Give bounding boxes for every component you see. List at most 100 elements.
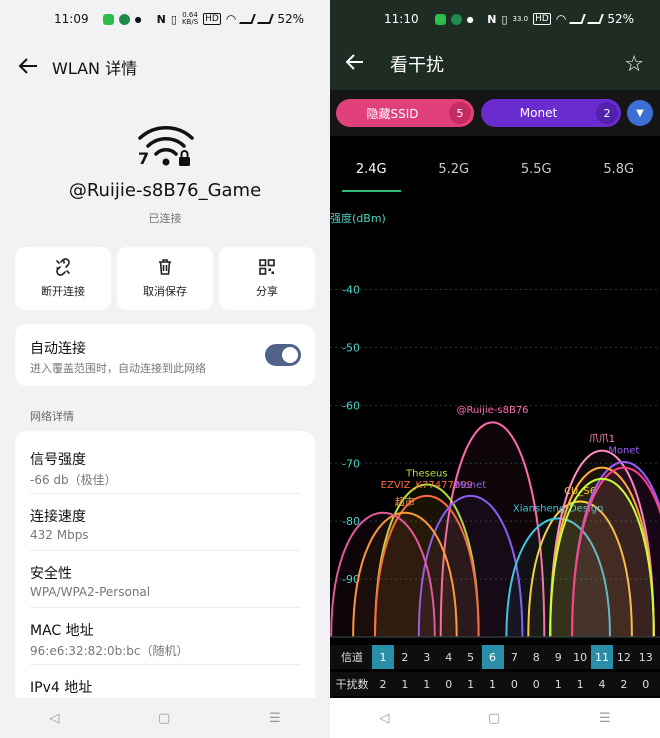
- nav-bar: ◁ ▢ ☰: [0, 698, 330, 738]
- qr-code-icon: [259, 259, 275, 275]
- network-ssid: @Ruijie-s8B76_Game: [68, 180, 262, 201]
- hd-icon: HD: [203, 13, 221, 25]
- star-icon[interactable]: ☆: [624, 52, 644, 77]
- auto-connect-title: 自动连接: [30, 341, 86, 357]
- chevron-down-icon[interactable]: ▼: [627, 100, 653, 126]
- interference-cell: 1: [401, 677, 409, 691]
- chip-count: 2: [596, 102, 618, 124]
- net-speed: 0.64 KB/S: [181, 11, 199, 26]
- signal-icon-2: [587, 14, 605, 24]
- battery-level: 52%: [277, 12, 304, 26]
- net-speed: 33.0: [512, 15, 529, 23]
- signal-icon: [569, 14, 587, 24]
- channel-cell: 3: [423, 650, 431, 664]
- disconnect-label: 断开连接: [41, 285, 85, 298]
- series-label: Monet: [608, 445, 639, 456]
- auto-connect-toggle[interactable]: [265, 344, 301, 366]
- channel-cell: 7: [510, 650, 518, 664]
- connection-status: 已连接: [148, 212, 182, 225]
- tab-2-4g[interactable]: 2.4G: [330, 152, 413, 192]
- share-button[interactable]: 分享: [219, 247, 315, 310]
- chip-label: Monet: [519, 106, 558, 120]
- channel-cell: 2: [401, 650, 409, 664]
- wifi-status-icon: ◠: [555, 12, 567, 26]
- page-title: 看干扰: [390, 55, 444, 76]
- tab-5-5g[interactable]: 5.5G: [495, 152, 578, 192]
- detail-value: 432 Mbps: [30, 528, 89, 542]
- interference-row-label: 干扰数: [335, 678, 369, 691]
- channel-row-label: 信道: [341, 651, 363, 664]
- unlink-icon: [56, 258, 70, 276]
- vibrate-icon: ▯: [501, 12, 508, 26]
- notification-icons: ●: [434, 13, 474, 25]
- chip-label: 隐藏SSID: [366, 106, 419, 121]
- nav-back-icon[interactable]: ◁: [379, 711, 389, 726]
- trash-icon: [159, 259, 171, 275]
- series-label: 超市: [395, 496, 415, 509]
- tab-5-2g[interactable]: 5.2G: [413, 152, 496, 192]
- channel-cell: 10: [573, 650, 588, 664]
- channel-cell: 9: [554, 650, 562, 664]
- interference-cell: 1: [576, 677, 584, 691]
- y-tick-label: -70: [342, 457, 360, 470]
- disconnect-button[interactable]: 断开连接: [15, 247, 111, 310]
- hd-icon: HD: [533, 13, 551, 25]
- page-title: WLAN 详情: [52, 59, 138, 78]
- status-time: 11:09: [54, 12, 89, 26]
- nav-home-icon[interactable]: ▢: [158, 711, 170, 726]
- nav-home-icon[interactable]: ▢: [488, 711, 500, 726]
- wlan-details-pane: 11:09 ● N ▯ 0.64 KB/S HD ◠ 52% WLAN 详情 7…: [0, 0, 330, 738]
- back-arrow-icon[interactable]: [345, 54, 364, 74]
- y-tick-label: -40: [342, 284, 360, 297]
- monet-chip[interactable]: Monet 2: [481, 99, 621, 127]
- interference-cell: 0: [642, 677, 650, 691]
- interference-cell: 0: [445, 677, 453, 691]
- interference-cell: 1: [489, 677, 496, 691]
- battery-level: 52%: [607, 12, 634, 26]
- channel-cell: 11: [591, 645, 613, 669]
- page-header: WLAN 详情: [18, 55, 137, 79]
- starbucks-icon: [118, 13, 130, 25]
- tab-5-8g[interactable]: 5.8G: [578, 152, 660, 192]
- hidden-ssid-chip[interactable]: 隐藏SSID 5: [336, 99, 474, 127]
- interference-row: 干扰数 2 1 1 0 1 1 0 0 1 1 4 2 0: [330, 672, 660, 696]
- detail-row[interactable]: 连接速度 432 Mbps: [30, 494, 300, 551]
- series-label: @Ruijie-s8B76: [456, 405, 528, 416]
- back-arrow-icon[interactable]: [18, 55, 48, 79]
- detail-row[interactable]: MAC 地址 96:e6:32:82:0b:bc（随机）: [30, 608, 300, 665]
- detail-value: -66 db（极佳）: [30, 473, 117, 487]
- y-tick-label: -50: [342, 341, 360, 354]
- vibrate-icon: ▯: [170, 12, 177, 26]
- share-label: 分享: [256, 285, 278, 298]
- filter-chips: 隐藏SSID 5 Monet 2 ▼: [330, 90, 660, 136]
- nav-back-icon[interactable]: ◁: [49, 711, 59, 726]
- detail-key: 连接速度: [30, 509, 86, 525]
- status-bar: 11:09 ● N ▯ 0.64 KB/S HD ◠ 52%: [0, 0, 330, 38]
- interference-cell: 4: [598, 677, 606, 691]
- interference-cell: 0: [510, 677, 518, 691]
- interference-cell: 0: [532, 677, 540, 691]
- series-label: Theseus: [405, 469, 448, 480]
- interference-cell: 1: [423, 677, 431, 691]
- section-title: 网络详情: [30, 410, 74, 423]
- auto-connect-subtitle: 进入覆盖范围时，自动连接到此网络: [30, 362, 206, 375]
- page-header: 看干扰 ☆: [345, 50, 644, 78]
- wechat-icon: [434, 13, 446, 25]
- detail-value: 96:e6:32:82:0b:bc（随机）: [30, 644, 189, 658]
- series-label: Monet: [455, 480, 486, 491]
- wifi-status-icon: ◠: [225, 12, 237, 26]
- detail-key: IPv4 地址: [30, 680, 93, 696]
- nav-recents-icon[interactable]: ☰: [269, 711, 281, 726]
- nfc-icon: N: [156, 12, 166, 26]
- interference-chart: 强度(dBm)-40-50-60-70-80-90@Ruijie-s8B76Th…: [330, 211, 660, 638]
- detail-row[interactable]: 安全性 WPA/WPA2-Personal: [30, 551, 300, 608]
- wechat-icon: [102, 13, 114, 25]
- signal-icon-2: [257, 14, 275, 24]
- interference-cell: 2: [620, 677, 628, 691]
- forget-network-button[interactable]: 取消保存: [117, 247, 213, 310]
- interference-cell: 2: [379, 677, 387, 691]
- detail-row[interactable]: 信号强度 -66 db（极佳）: [30, 437, 300, 494]
- nav-recents-icon[interactable]: ☰: [599, 711, 611, 726]
- chip-count: 5: [449, 102, 471, 124]
- channel-cell: 4: [445, 650, 453, 664]
